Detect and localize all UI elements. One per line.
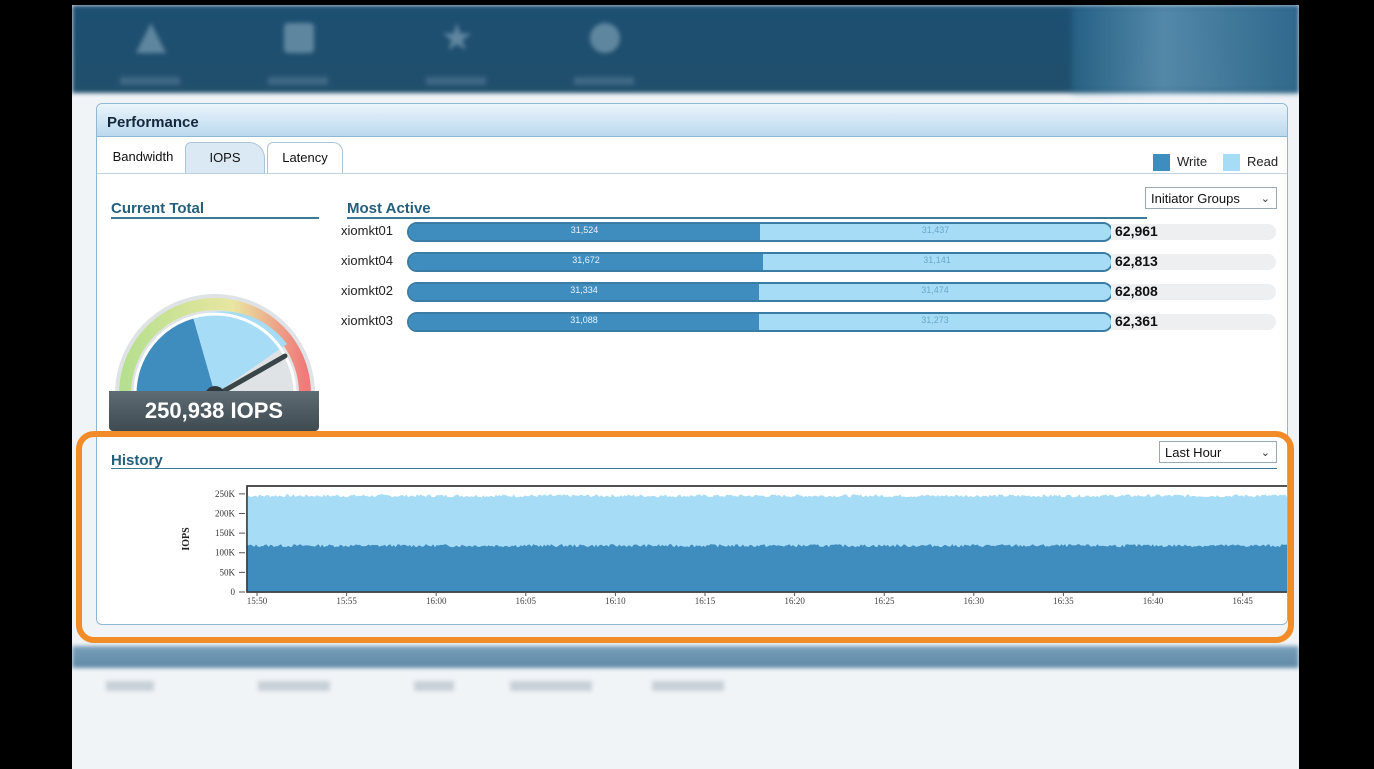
x-tick-label: 16:00 (426, 596, 447, 606)
history-range-value: Last Hour (1165, 445, 1222, 460)
y-tick-label: 200K (215, 508, 236, 518)
bar-write-value: 31,524 (570, 225, 599, 235)
x-tick-label: 15:55 (336, 596, 357, 606)
most-active-row-total: 62,808 (1115, 283, 1158, 299)
tab-bandwidth[interactable]: Bandwidth (103, 142, 183, 172)
x-tick-label: 15:50 (247, 596, 268, 606)
app-window: Performance Bandwidth IOPS Latency Write… (72, 5, 1299, 769)
most-active-row-label: xiomkt02 (341, 283, 394, 298)
x-tick-label: 16:25 (874, 596, 895, 606)
lower-column-header (510, 681, 592, 691)
x-tick-label: 16:15 (695, 596, 716, 606)
bar-read-value: 31,273 (921, 315, 949, 325)
performance-panel: Performance Bandwidth IOPS Latency Write… (96, 103, 1288, 625)
current-total-title: Current Total (111, 200, 205, 217)
x-tick-label: 16:45 (1232, 596, 1253, 606)
configuration-icon (284, 23, 314, 53)
most-active-bar: 31,088 31,273 (407, 312, 1113, 332)
y-tick-label: 250K (215, 489, 236, 499)
top-navigation-bar (72, 5, 1299, 93)
panel-header: Performance (97, 104, 1287, 137)
history-title: History (111, 452, 163, 469)
x-tick-label: 16:35 (1053, 596, 1074, 606)
most-active-bar: 31,524 31,437 (407, 222, 1113, 242)
y-tick-label: 150K (215, 528, 236, 538)
most-active-row-label: xiomkt01 (341, 223, 394, 238)
x-tick-label: 16:10 (605, 596, 626, 606)
nav-label (120, 77, 180, 85)
nav-item-monitoring[interactable] (426, 17, 486, 87)
history-range-select[interactable]: Last Hour ⌄ (1159, 441, 1277, 463)
x-tick-label: 16:05 (516, 596, 537, 606)
nav-label (268, 77, 328, 85)
lower-column-header (258, 681, 330, 691)
chevron-down-icon: ⌄ (1260, 193, 1270, 205)
x-tick-label: 16:30 (964, 596, 985, 606)
most-active-row-total: 62,961 (1115, 223, 1158, 239)
legend-write-swatch (1153, 154, 1170, 171)
most-active-bar: 31,334 31,474 (407, 282, 1113, 302)
dashboard-icon (136, 23, 166, 53)
nav-label (426, 77, 486, 85)
bar-read-value: 31,437 (921, 225, 950, 235)
series-write-area (247, 544, 1287, 592)
nav-item-alerts[interactable] (574, 17, 634, 87)
legend-write-label: Write (1177, 154, 1208, 169)
lower-column-header (414, 681, 454, 691)
bar-write-value: 31,088 (570, 315, 598, 325)
nav-label (574, 77, 634, 85)
y-axis-label: IOPS (181, 527, 192, 551)
lower-panel-header (72, 646, 1299, 668)
tab-iops[interactable]: IOPS (185, 142, 265, 173)
x-tick-label: 16:20 (784, 596, 805, 606)
bar-write-value: 31,672 (572, 255, 600, 265)
bar-read-value: 31,474 (921, 285, 949, 295)
current-total-rule (111, 217, 319, 219)
panel-title: Performance (107, 114, 199, 131)
iops-history-chart: 0 50K 100K 150K 200K 250K 15:50 15:55 16:00 16:05… (181, 485, 1287, 606)
nav-item-configuration[interactable] (268, 17, 328, 87)
y-tick-label: 100K (215, 548, 236, 558)
current-total-value: 250,938 IOPS (109, 391, 319, 431)
star-icon (442, 23, 472, 51)
most-active-row-label: xiomkt04 (341, 253, 394, 268)
most-active-filter-select[interactable]: Initiator Groups ⌄ (1145, 187, 1277, 209)
x-tick-label: 16:40 (1143, 596, 1164, 606)
lower-column-header (106, 681, 154, 691)
globe-icon (590, 23, 620, 53)
most-active-rule (347, 217, 1147, 219)
tab-latency[interactable]: Latency (267, 142, 343, 173)
y-tick-label: 0 (231, 587, 236, 597)
chevron-down-icon: ⌄ (1260, 447, 1270, 459)
legend-read-label: Read (1247, 154, 1279, 169)
most-active-row-total: 62,361 (1115, 313, 1158, 329)
most-active-title: Most Active (347, 200, 431, 217)
bar-read-value: 31,141 (923, 255, 951, 265)
bar-write-value: 31,334 (570, 285, 598, 295)
nav-item-dashboard[interactable] (120, 17, 180, 87)
lower-column-header (652, 681, 724, 691)
most-active-bar: 31,672 31,141 (407, 252, 1113, 272)
most-active-row-total: 62,813 (1115, 253, 1158, 269)
tab-divider (97, 173, 1287, 174)
history-rule (111, 468, 1277, 469)
y-tick-label: 50K (220, 567, 236, 577)
most-active-filter-value: Initiator Groups (1151, 191, 1240, 206)
most-active-row-label: xiomkt03 (341, 313, 394, 328)
brand-logo (1072, 5, 1299, 93)
legend-read-swatch (1223, 154, 1240, 171)
